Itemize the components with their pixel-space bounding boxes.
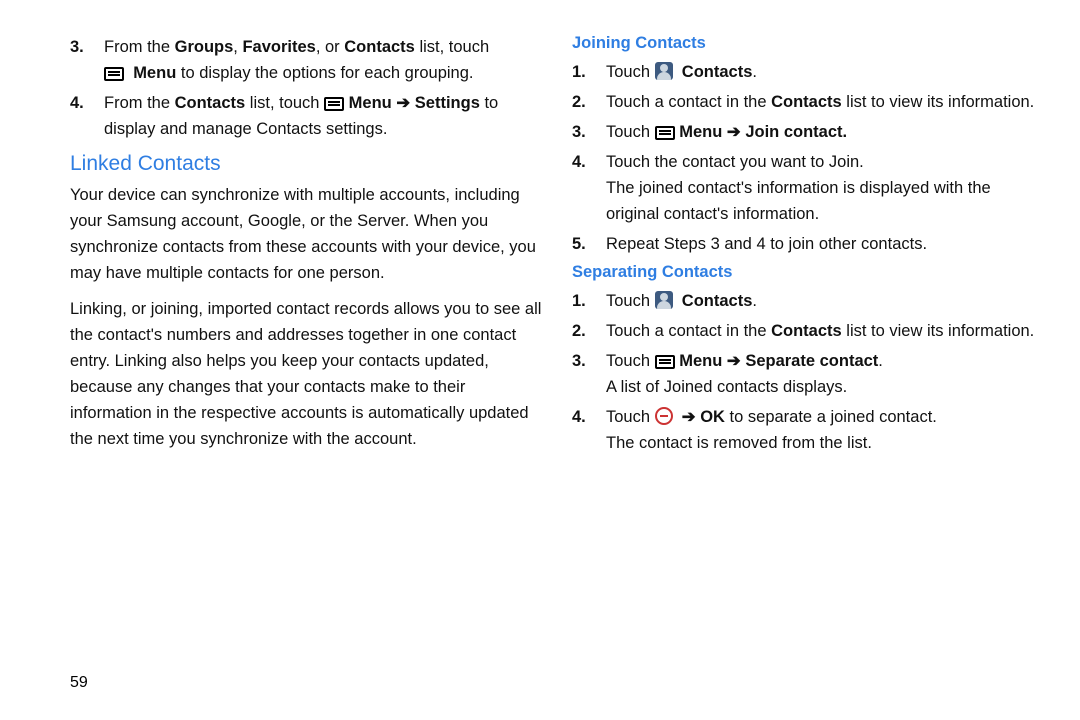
text: display and manage Contacts settings. <box>104 120 387 138</box>
text: to display the options for each grouping… <box>176 64 473 82</box>
text-bold: OK <box>700 408 725 426</box>
text-bold: Favorites <box>242 38 315 56</box>
step-body: From the Groups, Favorites, or Contacts … <box>104 34 542 86</box>
text-bold: Contacts <box>175 94 246 112</box>
text: The contact is removed from the list. <box>606 434 872 452</box>
arrow-icon: ➔ <box>727 352 741 370</box>
text: Touch a contact in the <box>606 322 771 340</box>
step-number: 4. <box>572 404 606 430</box>
left-column: 3. From the Groups, Favorites, or Contac… <box>70 34 542 462</box>
text: Touch the contact you want to Join. <box>606 153 864 171</box>
step-body: Touch Menu ➔ Separate contact. A list of… <box>606 348 1044 400</box>
arrow-icon: ➔ <box>682 408 696 426</box>
accessing-steps: 3. From the Groups, Favorites, or Contac… <box>70 34 542 142</box>
join-step-4: 4. Touch the contact you want to Join. T… <box>572 149 1044 227</box>
remove-icon <box>655 407 673 425</box>
menu-icon <box>655 126 675 140</box>
text-bold: Contacts <box>344 38 415 56</box>
text: list to view its information. <box>842 93 1035 111</box>
menu-icon <box>324 97 344 111</box>
text: to separate a joined contact. <box>725 408 937 426</box>
arrow-icon: ➔ <box>727 123 741 141</box>
heading-linked-contacts: Linked Contacts <box>70 152 542 176</box>
step-body: Touch a contact in the Contacts list to … <box>606 318 1044 344</box>
step-number: 5. <box>572 231 606 257</box>
text: Touch a contact in the <box>606 93 771 111</box>
sep-step-2: 2. Touch a contact in the Contacts list … <box>572 318 1044 344</box>
contacts-icon <box>655 62 673 80</box>
step-body: Touch Contacts. <box>606 59 1044 85</box>
text-bold: Contacts <box>771 93 842 111</box>
text-bold: Menu <box>349 94 392 112</box>
text-bold: Menu <box>133 64 176 82</box>
separating-steps: 1. Touch Contacts. 2. Touch a contact in… <box>572 288 1044 456</box>
text: From the <box>104 94 175 112</box>
text: Touch <box>606 292 655 310</box>
text-bold: Menu <box>679 352 722 370</box>
step-body: Touch Menu ➔ Join contact. <box>606 119 1044 145</box>
text: Touch <box>606 63 655 81</box>
step-number: 2. <box>572 318 606 344</box>
arrow-icon: ➔ <box>396 94 410 112</box>
step-4: 4. From the Contacts list, touch Menu ➔ … <box>70 90 542 142</box>
step-body: From the Contacts list, touch Menu ➔ Set… <box>104 90 542 142</box>
text: From the <box>104 38 175 56</box>
step-number: 3. <box>572 119 606 145</box>
text-bold: Contacts <box>682 292 753 310</box>
step-body: Touch ➔ OK to separate a joined contact.… <box>606 404 1044 456</box>
sep-step-4: 4. Touch ➔ OK to separate a joined conta… <box>572 404 1044 456</box>
step-body: Touch a contact in the Contacts list to … <box>606 89 1044 115</box>
menu-icon <box>104 67 124 81</box>
join-step-3: 3. Touch Menu ➔ Join contact. <box>572 119 1044 145</box>
text-bold: Settings <box>415 94 480 112</box>
text: . <box>843 123 848 141</box>
paragraph: Linking, or joining, imported contact re… <box>70 296 542 452</box>
contacts-icon <box>655 291 673 309</box>
text-bold: Contacts <box>771 322 842 340</box>
join-step-1: 1. Touch Contacts. <box>572 59 1044 85</box>
text: to <box>480 94 498 112</box>
text: list to view its information. <box>842 322 1035 340</box>
join-step-5: 5. Repeat Steps 3 and 4 to join other co… <box>572 231 1044 257</box>
manual-page: 3. From the Groups, Favorites, or Contac… <box>0 0 1080 472</box>
step-body: Touch Contacts. <box>606 288 1044 314</box>
text: . <box>752 63 757 81</box>
menu-icon <box>655 355 675 369</box>
step-number: 1. <box>572 288 606 314</box>
text: . <box>878 352 883 370</box>
text: The joined contact's information is disp… <box>606 179 991 223</box>
text-bold: Separate contact <box>745 352 878 370</box>
text: list, touch <box>245 94 324 112</box>
right-column: Joining Contacts 1. Touch Contacts. 2. T… <box>572 34 1044 462</box>
step-body: Touch the contact you want to Join. The … <box>606 149 1044 227</box>
step-number: 3. <box>70 34 104 60</box>
text-bold: Menu <box>679 123 722 141</box>
step-number: 1. <box>572 59 606 85</box>
paragraph: Your device can synchronize with multipl… <box>70 182 542 286</box>
text-bold: Contacts <box>682 63 753 81</box>
text-bold: Join contact <box>745 123 842 141</box>
step-number: 2. <box>572 89 606 115</box>
text-bold: Groups <box>175 38 234 56</box>
text: Touch <box>606 352 655 370</box>
text: , or <box>316 38 344 56</box>
step-3: 3. From the Groups, Favorites, or Contac… <box>70 34 542 86</box>
joining-steps: 1. Touch Contacts. 2. Touch a contact in… <box>572 59 1044 257</box>
heading-joining-contacts: Joining Contacts <box>572 34 1044 53</box>
join-step-2: 2. Touch a contact in the Contacts list … <box>572 89 1044 115</box>
text: A list of Joined contacts displays. <box>606 378 847 396</box>
step-body: Repeat Steps 3 and 4 to join other conta… <box>606 231 1044 257</box>
text: . <box>752 292 757 310</box>
heading-separating-contacts: Separating Contacts <box>572 263 1044 282</box>
step-number: 4. <box>70 90 104 116</box>
sep-step-3: 3. Touch Menu ➔ Separate contact. A list… <box>572 348 1044 400</box>
sep-step-1: 1. Touch Contacts. <box>572 288 1044 314</box>
text: Touch <box>606 408 655 426</box>
step-number: 3. <box>572 348 606 374</box>
step-number: 4. <box>572 149 606 175</box>
page-number: 59 <box>70 674 88 692</box>
text: Touch <box>606 123 655 141</box>
text: list, touch <box>415 38 489 56</box>
